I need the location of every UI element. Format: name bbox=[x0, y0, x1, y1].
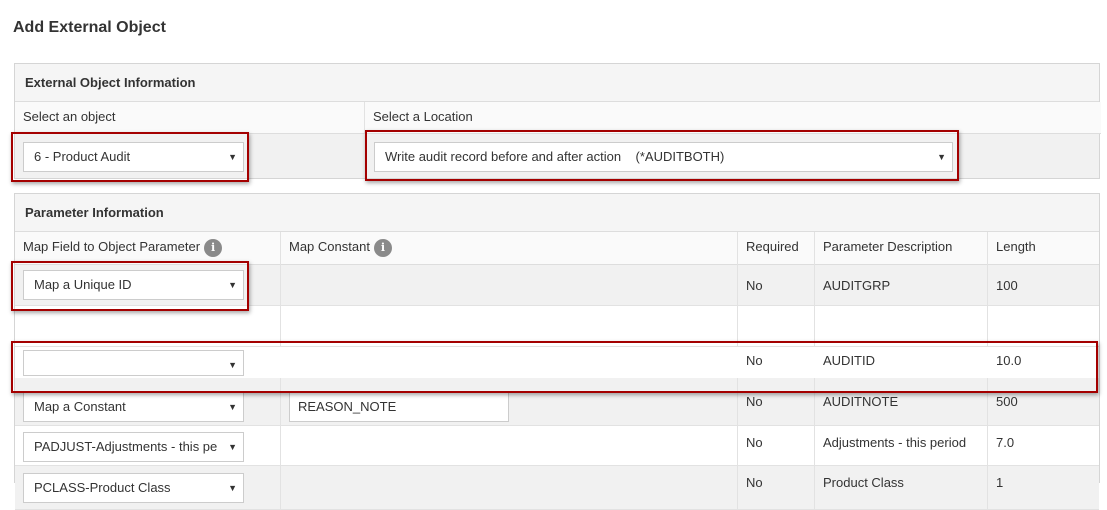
required-value: No bbox=[746, 353, 763, 368]
description-value: AUDITID bbox=[823, 353, 875, 368]
map-field-value: Map a Unique ID bbox=[34, 277, 132, 292]
required-header: Required bbox=[738, 232, 815, 265]
object-label: Select an object bbox=[23, 109, 116, 124]
object-select[interactable]: 6 - Product Audit ▼ bbox=[23, 142, 244, 172]
length-header-label: Length bbox=[996, 239, 1036, 254]
required-value: No bbox=[746, 475, 763, 490]
row-divider bbox=[281, 306, 738, 347]
object-column-header: Select an object bbox=[15, 102, 365, 134]
required-value: No bbox=[746, 394, 763, 409]
row-divider bbox=[815, 306, 988, 347]
required-header-label: Required bbox=[746, 239, 799, 254]
length-value: 10.0 bbox=[996, 353, 1022, 368]
map-field-select[interactable]: Map a Constant ▼ bbox=[23, 392, 244, 422]
chevron-down-icon: ▼ bbox=[228, 280, 237, 290]
location-select-value: Write audit record before and after acti… bbox=[385, 149, 725, 164]
required-value: No bbox=[746, 278, 763, 293]
length-header: Length bbox=[988, 232, 1101, 265]
map-constant-value: REASON_NOTE bbox=[298, 399, 397, 414]
map-field-header-label: Map Field to Object Parameter bbox=[23, 239, 201, 254]
description-value: Product Class bbox=[823, 475, 904, 490]
map-constant-header-label: Map Constant bbox=[289, 239, 370, 254]
external-object-grid: Select an object Select a Location 6 - P… bbox=[15, 102, 1101, 178]
page-title: Add External Object bbox=[13, 19, 166, 36]
map-field-header: Map Field to Object Parameter i bbox=[15, 232, 281, 265]
row-divider bbox=[738, 306, 815, 347]
chevron-down-icon: ▼ bbox=[228, 402, 237, 412]
info-icon[interactable]: i bbox=[204, 238, 223, 257]
parameter-grid: Map Field to Object Parameter i Map Const… bbox=[15, 232, 1101, 510]
length-value: 1 bbox=[996, 475, 1004, 490]
row-divider bbox=[281, 265, 738, 306]
row-divider bbox=[15, 306, 281, 347]
description-value: Adjustments - this period bbox=[823, 435, 967, 450]
chevron-down-icon: ▼ bbox=[228, 360, 237, 370]
row-divider bbox=[281, 426, 738, 466]
map-field-select[interactable]: ▼ bbox=[23, 350, 244, 376]
object-select-value: 6 - Product Audit bbox=[34, 149, 131, 164]
external-object-panel: External Object Information Select an ob… bbox=[14, 63, 1101, 179]
length-value: 100 bbox=[996, 278, 1018, 293]
map-field-value: PADJUST-Adjustments - this pe bbox=[34, 439, 218, 454]
description-value: AUDITNOTE bbox=[823, 394, 899, 409]
location-select[interactable]: Write audit record before and after acti… bbox=[374, 142, 953, 172]
map-constant-header: Map Constant i bbox=[281, 232, 738, 265]
external-object-section-title: External Object Information bbox=[15, 64, 1099, 102]
map-field-value: PCLASS-Product Class bbox=[34, 480, 171, 495]
length-value: 500 bbox=[996, 394, 1018, 409]
row-divider bbox=[281, 466, 738, 510]
description-header: Parameter Description bbox=[815, 232, 988, 265]
map-field-value: Map a Constant bbox=[34, 399, 126, 414]
map-constant-input[interactable]: REASON_NOTE bbox=[289, 392, 509, 422]
chevron-down-icon: ▼ bbox=[228, 152, 237, 162]
info-icon[interactable]: i bbox=[373, 238, 392, 257]
parameter-panel: Parameter Information Map Field to Objec… bbox=[14, 193, 1101, 510]
description-value: AUDITGRP bbox=[823, 278, 891, 293]
map-field-select[interactable]: PCLASS-Product Class ▼ bbox=[23, 473, 244, 503]
map-field-select[interactable]: Map a Unique ID ▼ bbox=[23, 270, 244, 300]
map-field-select[interactable]: PADJUST-Adjustments - this pe ▼ bbox=[23, 432, 244, 462]
chevron-down-icon: ▼ bbox=[228, 442, 237, 452]
chevron-down-icon: ▼ bbox=[228, 483, 237, 493]
required-value: No bbox=[746, 435, 763, 450]
location-column-header: Select a Location bbox=[365, 102, 1101, 134]
description-header-label: Parameter Description bbox=[823, 239, 953, 254]
location-label: Select a Location bbox=[373, 109, 473, 124]
length-value: 7.0 bbox=[996, 435, 1015, 450]
chevron-down-icon: ▼ bbox=[937, 152, 946, 162]
parameter-section-title: Parameter Information bbox=[15, 194, 1099, 232]
